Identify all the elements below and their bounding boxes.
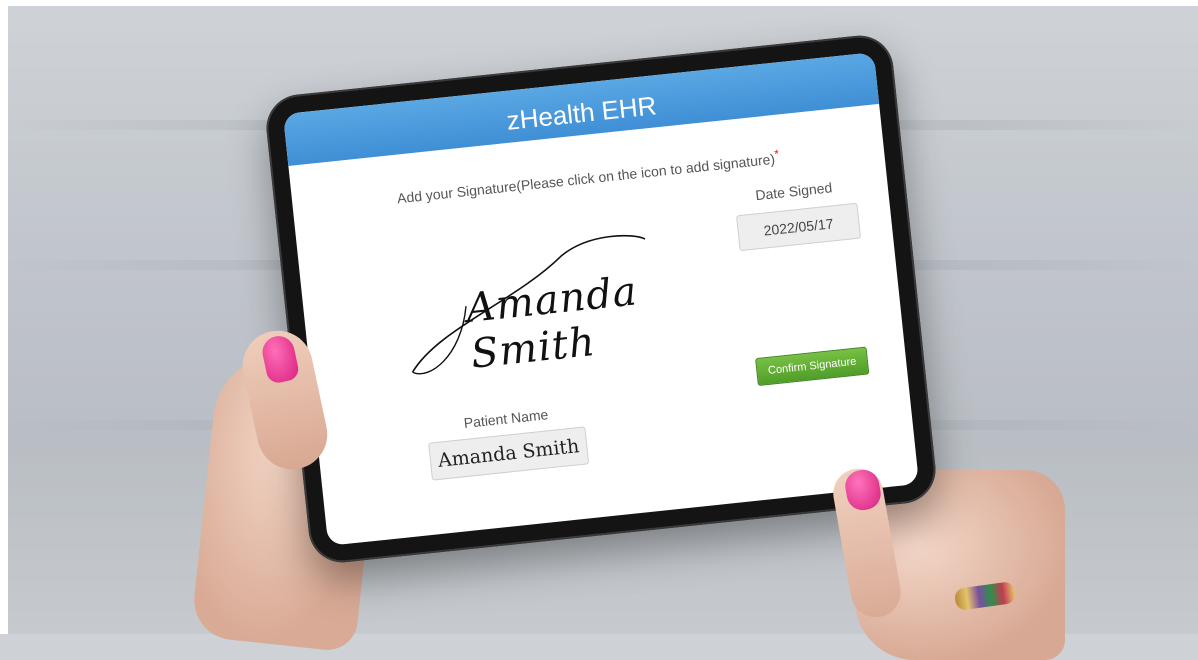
tablet-screen: zHealth EHR Add your Signature(Please cl… [282, 52, 920, 546]
date-signed-label: Date Signed [754, 179, 833, 204]
required-marker: * [773, 146, 780, 162]
date-signed-field[interactable]: 2022/05/17 [736, 202, 862, 252]
app-title: zHealth EHR [505, 90, 658, 136]
patient-name-field[interactable]: Amanda Smith [428, 426, 590, 481]
confirm-signature-button[interactable]: Confirm Signature [755, 346, 870, 387]
signature-pad[interactable]: Amanda Smith [390, 226, 673, 393]
